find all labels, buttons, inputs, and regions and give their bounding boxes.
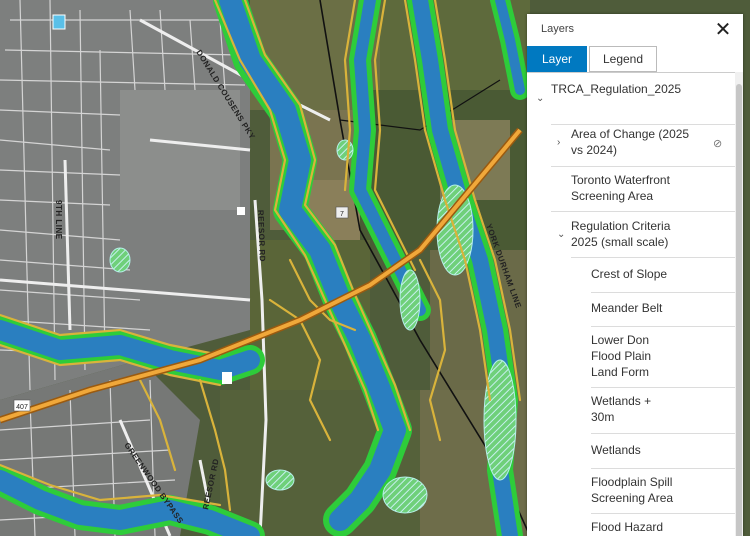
- layer-regulation-criteria[interactable]: Regulation Criteria 2025 (small scale): [571, 218, 691, 250]
- divider: [591, 292, 735, 293]
- divider: [571, 257, 735, 258]
- close-icon[interactable]: ✕: [713, 20, 733, 40]
- layer-crest-of-slope[interactable]: Crest of Slope: [591, 266, 721, 282]
- layer-tree: ⌄ TRCA_Regulation_2025 › Area of Change …: [527, 73, 735, 536]
- layer-flood-hazard[interactable]: Flood Hazard: [591, 519, 721, 535]
- layer-floodplain-spill[interactable]: Floodplain Spill Screening Area: [591, 474, 701, 506]
- divider: [551, 166, 735, 167]
- layer-meander-belt[interactable]: Meander Belt: [591, 300, 721, 316]
- panel-header: Layers ✕: [527, 14, 743, 48]
- divider: [591, 468, 735, 469]
- divider: [591, 387, 735, 388]
- layer-wetlands[interactable]: Wetlands: [591, 442, 721, 458]
- chevron-down-icon[interactable]: ⌄: [557, 229, 565, 240]
- scrollbar-track[interactable]: [735, 72, 743, 536]
- panel-title: Layers: [541, 23, 575, 35]
- chevron-down-icon[interactable]: ⌄: [536, 93, 544, 104]
- layer-area-of-change[interactable]: Area of Change (2025 vs 2024): [571, 126, 691, 158]
- svg-text:407: 407: [16, 404, 28, 411]
- divider: [591, 326, 735, 327]
- road-label-reesor: REESOR RD: [256, 210, 267, 262]
- svg-text:7: 7: [340, 211, 344, 218]
- shield-407: 407: [13, 399, 31, 412]
- layer-wetlands-30m[interactable]: Wetlands + 30m: [591, 393, 671, 425]
- tab-layer[interactable]: Layer: [527, 46, 587, 72]
- visibility-off-icon[interactable]: ⊘: [713, 137, 722, 150]
- road-label-9th-line: 9TH LINE: [54, 200, 63, 240]
- divider: [591, 513, 735, 514]
- divider: [591, 433, 735, 434]
- layers-panel: Layers ✕ Layer Legend ⌄ TRCA_Regulation_…: [527, 14, 743, 536]
- layer-toronto-waterfront[interactable]: Toronto Waterfront Screening Area: [571, 172, 691, 204]
- shield-7: 7: [335, 206, 349, 219]
- tab-legend[interactable]: Legend: [589, 46, 657, 72]
- chevron-right-icon[interactable]: ›: [557, 137, 560, 148]
- divider: [551, 211, 735, 212]
- layer-root[interactable]: TRCA_Regulation_2025: [551, 81, 721, 97]
- divider: [551, 124, 735, 125]
- scrollbar-thumb[interactable]: [736, 84, 742, 536]
- layer-lower-don[interactable]: Lower Don Flood Plain Land Form: [591, 332, 671, 380]
